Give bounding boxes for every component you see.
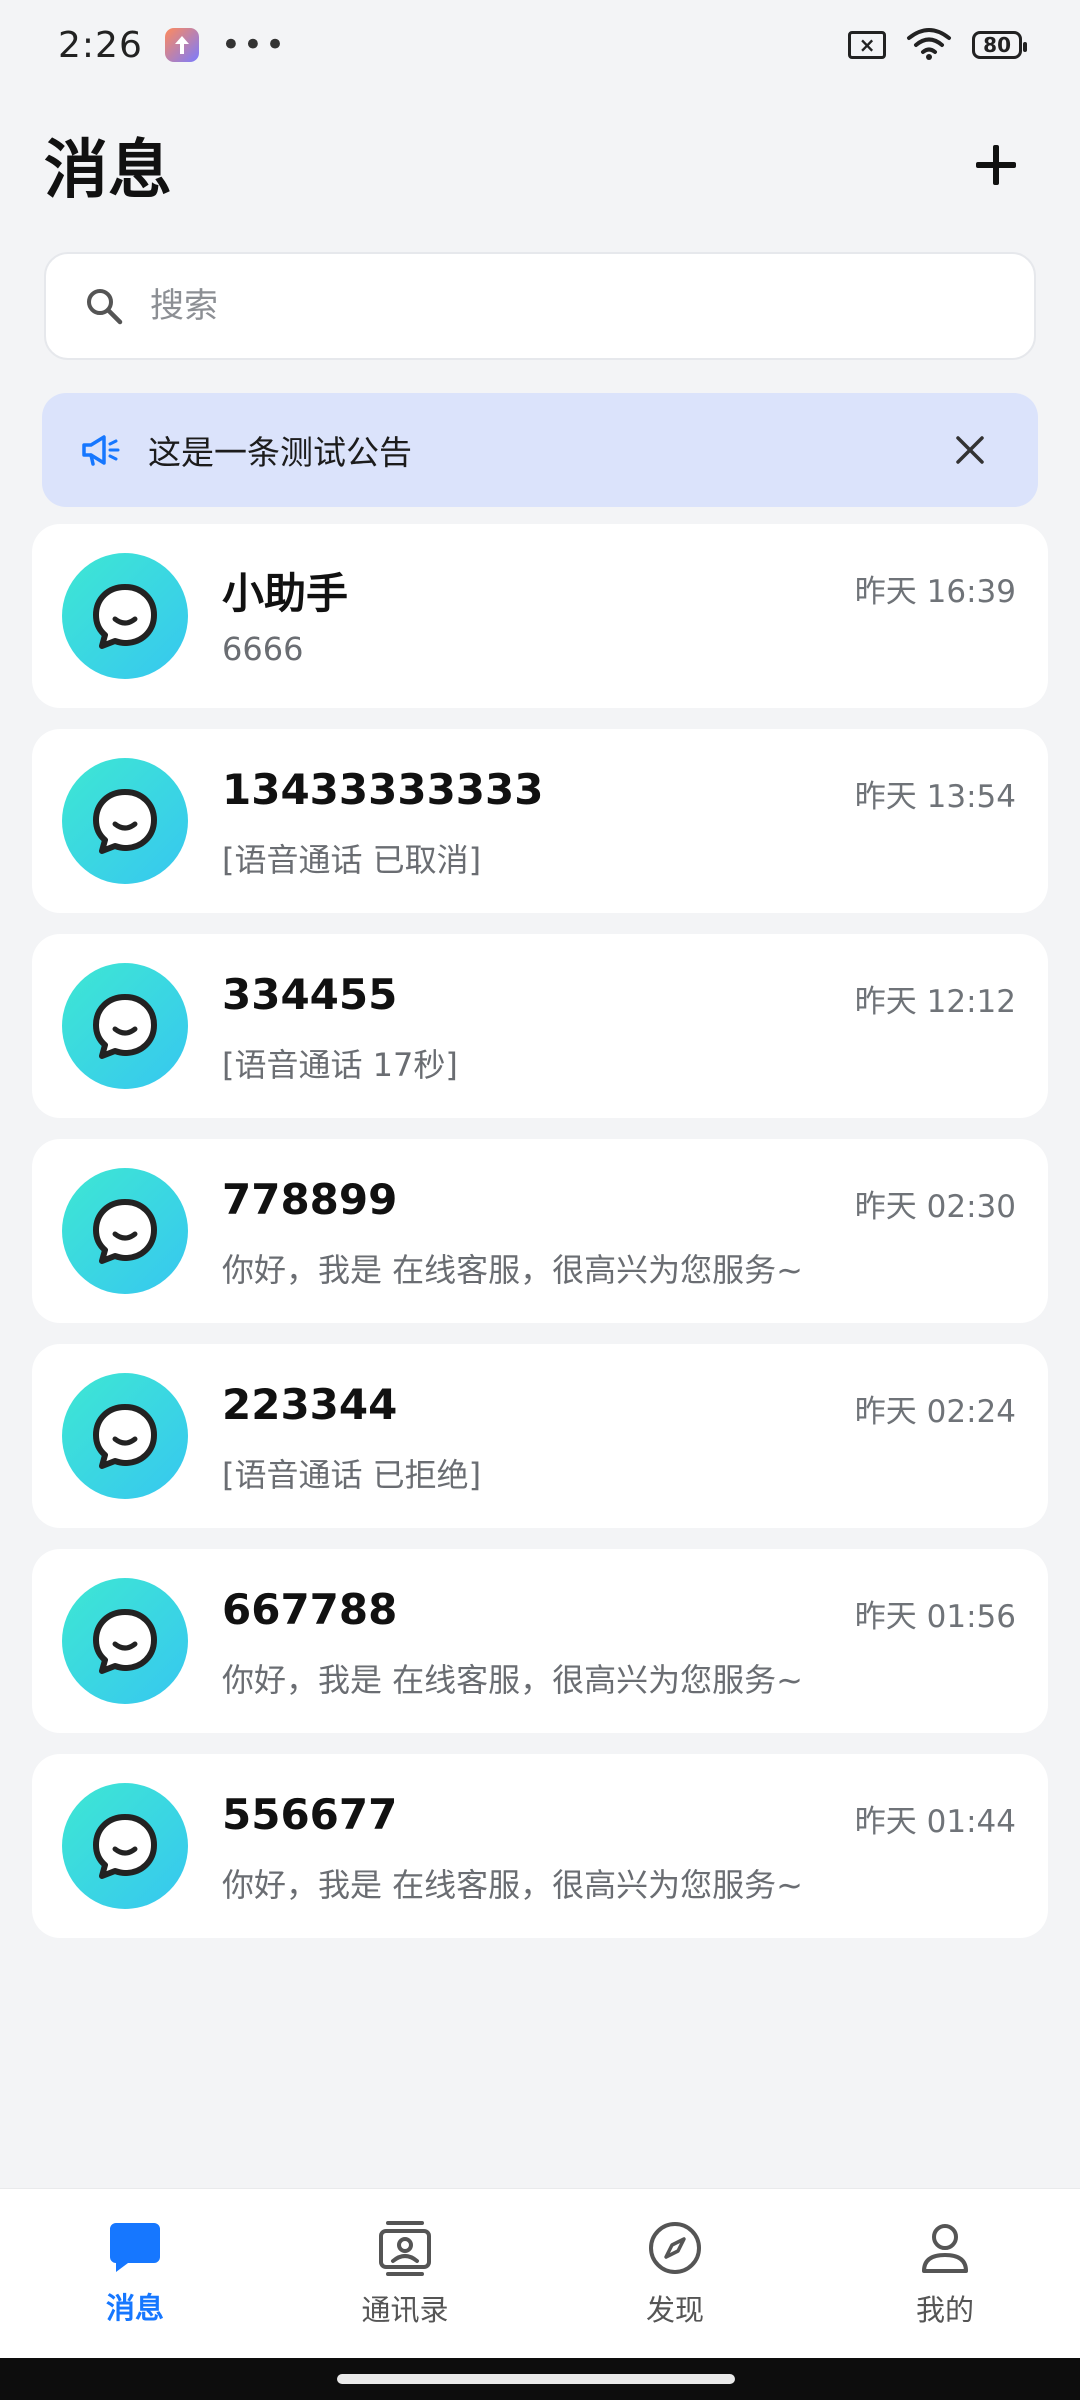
chat-avatar-icon xyxy=(93,789,157,854)
chat-avatar-icon xyxy=(93,1609,157,1674)
conversation-name: 小助手 xyxy=(222,569,349,618)
chat-avatar-icon xyxy=(93,584,157,649)
conversation-time: 昨天 01:44 xyxy=(854,1804,1016,1840)
contacts-icon xyxy=(379,2221,431,2276)
conversation-name: 778899 xyxy=(222,1175,398,1224)
avatar xyxy=(62,758,188,884)
chat-avatar-icon xyxy=(93,1814,157,1879)
conversation-time: 昨天 16:39 xyxy=(854,574,1016,610)
battery-indicator: 80 xyxy=(972,31,1027,59)
status-left: 2:26 ••• xyxy=(58,25,287,66)
conversation-item[interactable]: 223344 昨天 02:24 [语音通话 已拒绝] xyxy=(32,1344,1048,1528)
no-sim-icon: × xyxy=(848,31,887,59)
search-input[interactable] xyxy=(150,286,996,326)
chat-avatar-icon xyxy=(93,1404,157,1469)
avatar xyxy=(62,1578,188,1704)
chat-avatar-icon xyxy=(93,994,157,1059)
messages-screen: 2:26 ••• × 80 消息 搜索 这是一条测试公告 小助手 昨天 16:3… xyxy=(0,0,1080,2400)
conversation-preview: 6666 xyxy=(222,630,304,668)
tab-label: 我的 xyxy=(915,2293,974,2327)
conversation-time: 昨天 01:56 xyxy=(854,1599,1016,1635)
conversation-item[interactable]: 13433333333 昨天 13:54 [语音通话 已取消] xyxy=(32,729,1048,913)
conversation-preview: [语音通话 已拒绝] xyxy=(222,1456,482,1494)
compass-icon xyxy=(649,2222,701,2274)
conversation-time: 昨天 02:30 xyxy=(854,1189,1016,1225)
announcement-close-button[interactable] xyxy=(940,420,1000,480)
person-icon xyxy=(922,2224,968,2273)
announcement-text: 这是一条测试公告 xyxy=(148,433,412,472)
conversation-time: 昨天 02:24 xyxy=(854,1394,1016,1430)
conversation-item[interactable]: 556677 昨天 01:44 你好，我是 在线客服，很高兴为您服务~ xyxy=(32,1754,1048,1938)
tab-label: 消息 xyxy=(105,2291,164,2325)
tab-label: 发现 xyxy=(645,2293,704,2327)
conversation-name: 556677 xyxy=(222,1790,398,1839)
status-right: × 80 xyxy=(848,26,1027,64)
chat-bubble-icon xyxy=(110,2223,160,2272)
conversation-preview: [语音通话 17秒] xyxy=(222,1046,458,1084)
page-title: 消息 xyxy=(44,134,172,208)
conversation-preview: 你好，我是 在线客服，很高兴为您服务~ xyxy=(222,1866,803,1904)
search-box[interactable] xyxy=(44,252,1036,360)
tab-label: 通讯录 xyxy=(361,2293,449,2327)
tab-contacts[interactable]: 通讯录 xyxy=(270,2189,540,2358)
conversation-preview: 你好，我是 在线客服，很高兴为您服务~ xyxy=(222,1661,803,1699)
tab-messages[interactable]: 消息 xyxy=(0,2189,270,2358)
avatar xyxy=(62,1373,188,1499)
avatar xyxy=(62,553,188,679)
app-notification-icon xyxy=(164,28,199,62)
search-icon xyxy=(87,289,123,325)
conversation-list: 小助手 昨天 16:39 6666 13433333333 昨天 13:54 [… xyxy=(32,524,1048,1959)
conversation-name: 223344 xyxy=(222,1380,398,1429)
avatar xyxy=(62,1783,188,1909)
navigation-gesture-area xyxy=(0,2358,1080,2400)
header: 消息 xyxy=(0,110,1080,220)
megaphone-icon xyxy=(82,435,120,466)
close-icon xyxy=(956,436,984,464)
home-gesture-bar[interactable] xyxy=(337,2374,735,2384)
wifi-icon xyxy=(906,26,952,64)
conversation-preview: [语音通话 已取消] xyxy=(222,841,482,879)
conversation-time: 昨天 12:12 xyxy=(854,984,1016,1020)
chat-avatar-icon xyxy=(93,1199,157,1264)
conversation-name: 334455 xyxy=(222,970,398,1019)
avatar xyxy=(62,963,188,1089)
conversation-name: 667788 xyxy=(222,1585,398,1634)
more-notifications-icon: ••• xyxy=(220,25,288,65)
status-time: 2:26 xyxy=(58,24,143,66)
conversation-time: 昨天 13:54 xyxy=(854,779,1016,815)
conversation-preview: 你好，我是 在线客服，很高兴为您服务~ xyxy=(222,1251,803,1289)
plus-icon xyxy=(976,145,1016,185)
conversation-name: 13433333333 xyxy=(222,765,544,814)
add-button[interactable] xyxy=(956,125,1036,205)
tab-discover[interactable]: 发现 xyxy=(540,2189,810,2358)
avatar xyxy=(62,1168,188,1294)
conversation-item[interactable]: 667788 昨天 01:56 你好，我是 在线客服，很高兴为您服务~ xyxy=(32,1549,1048,1733)
status-bar: 2:26 ••• × 80 xyxy=(0,0,1080,90)
announcement-banner[interactable]: 这是一条测试公告 xyxy=(42,393,1038,507)
conversation-item[interactable]: 778899 昨天 02:30 你好，我是 在线客服，很高兴为您服务~ xyxy=(32,1139,1048,1323)
bottom-tab-bar: 消息 通讯录 发现 我的 xyxy=(0,2188,1080,2358)
conversation-item[interactable]: 334455 昨天 12:12 [语音通话 17秒] xyxy=(32,934,1048,1118)
conversation-item[interactable]: 小助手 昨天 16:39 6666 xyxy=(32,524,1048,708)
tab-me[interactable]: 我的 xyxy=(810,2189,1080,2358)
